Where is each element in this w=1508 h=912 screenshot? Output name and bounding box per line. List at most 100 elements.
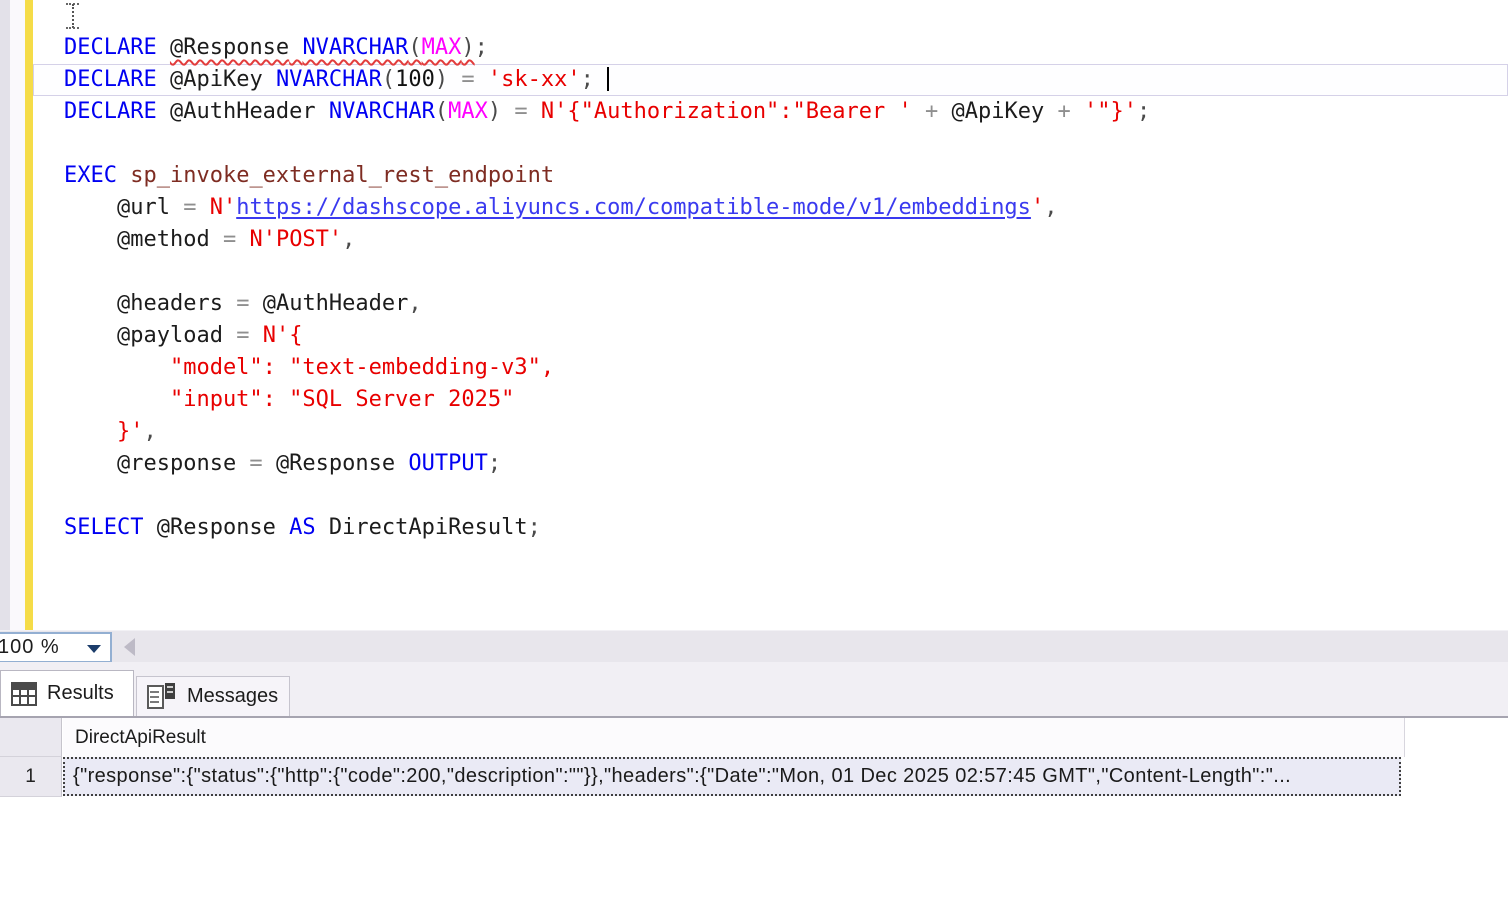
code-token: @AuthHeader xyxy=(263,291,409,316)
code-token: = xyxy=(170,195,210,220)
code-token: = xyxy=(501,99,541,124)
code-area[interactable]: DECLARE @Response NVARCHAR(MAX);DECLARE … xyxy=(33,0,1508,630)
results-tab-strip: Results Messages xyxy=(0,662,1508,716)
code-token: ' xyxy=(1031,195,1044,220)
code-token: AS xyxy=(289,515,329,540)
code-token: DirectApiResult xyxy=(329,515,528,540)
code-token: MAX xyxy=(448,99,488,124)
code-token: sp_invoke_external_rest_endpoint xyxy=(130,163,554,188)
code-line[interactable]: }', xyxy=(33,416,1508,448)
code-token: @ApiKey xyxy=(952,99,1045,124)
code-token: ; xyxy=(528,515,541,540)
code-token: + xyxy=(912,99,952,124)
code-line[interactable]: DECLARE @Response NVARCHAR(MAX); xyxy=(33,32,1508,64)
grid-column-header[interactable]: DirectApiResult xyxy=(63,718,1405,757)
code-token: @url xyxy=(64,195,170,220)
sql-editor[interactable]: DECLARE @Response NVARCHAR(MAX);DECLARE … xyxy=(0,0,1508,630)
grid-row-header[interactable]: 1 xyxy=(0,757,62,797)
code-token: , xyxy=(143,419,156,444)
code-token: 100 xyxy=(395,67,435,92)
code-token: = xyxy=(210,227,250,252)
code-token: @ApiKey xyxy=(170,67,276,92)
tab-results-label: Results xyxy=(47,682,114,705)
code-token: , xyxy=(408,291,421,316)
ssms-window: DECLARE @Response NVARCHAR(MAX);DECLARE … xyxy=(0,0,1508,912)
code-line[interactable]: @headers = @AuthHeader, xyxy=(33,288,1508,320)
code-token: '"}' xyxy=(1084,99,1137,124)
code-token: @method xyxy=(64,227,210,252)
results-grid-icon xyxy=(11,682,37,706)
code-line[interactable]: "input": "SQL Server 2025" xyxy=(33,384,1508,416)
code-token: ; xyxy=(475,35,488,60)
code-token: N'POST' xyxy=(249,227,342,252)
code-token: NVARCHAR xyxy=(276,67,382,92)
code-token: N'{"Authorization":"Bearer ' xyxy=(541,99,912,124)
tab-messages[interactable]: Messages xyxy=(136,676,290,716)
code-token: SELECT xyxy=(64,515,157,540)
code-line[interactable]: DECLARE @AuthHeader NVARCHAR(MAX) = N'{"… xyxy=(33,96,1508,128)
scroll-left-arrow-icon[interactable] xyxy=(124,638,135,656)
code-token: @response xyxy=(64,451,236,476)
code-token: ( xyxy=(408,35,421,60)
code-token: , xyxy=(342,227,355,252)
code-token: + xyxy=(1044,99,1084,124)
code-token: = xyxy=(223,323,263,348)
code-line[interactable]: SELECT @Response AS DirectApiResult; xyxy=(33,512,1508,544)
code-token: EXEC xyxy=(64,163,130,188)
code-token: @Response xyxy=(276,451,408,476)
chevron-down-icon[interactable] xyxy=(87,645,101,653)
code-line[interactable]: @response = @Response OUTPUT; xyxy=(33,448,1508,480)
code-line[interactable] xyxy=(33,0,1508,32)
code-token: "input": "SQL Server 2025" xyxy=(64,387,514,412)
grid-cell-selected[interactable]: {"response":{"status":{"http":{"code":20… xyxy=(63,757,1401,796)
code-line[interactable]: @payload = N'{ xyxy=(33,320,1508,352)
code-token: ) xyxy=(488,99,501,124)
code-line[interactable] xyxy=(33,128,1508,160)
code-line[interactable]: DECLARE @ApiKey NVARCHAR(100) = 'sk-xx'; xyxy=(33,64,1508,96)
code-line[interactable]: EXEC sp_invoke_external_rest_endpoint xyxy=(33,160,1508,192)
code-token: OUTPUT xyxy=(408,451,487,476)
code-token: @headers xyxy=(64,291,223,316)
code-token: @AuthHeader xyxy=(170,99,329,124)
ibeam-cursor-icon xyxy=(66,3,80,29)
code-token: @Response xyxy=(157,515,289,540)
code-token: DECLARE xyxy=(64,67,170,92)
editor-status-strip: 100 % xyxy=(0,630,1508,663)
code-token: DECLARE xyxy=(64,35,170,60)
code-token: NVARCHAR xyxy=(329,99,435,124)
code-line[interactable] xyxy=(33,256,1508,288)
code-token xyxy=(289,35,302,60)
code-token: ) xyxy=(435,67,448,92)
dock-edge xyxy=(0,0,10,630)
code-token: NVARCHAR xyxy=(302,35,408,60)
code-token: = xyxy=(236,451,276,476)
code-token: ; xyxy=(488,451,501,476)
code-line[interactable]: "model": "text-embedding-v3", xyxy=(33,352,1508,384)
code-line[interactable]: @method = N'POST', xyxy=(33,224,1508,256)
indicator-margin[interactable] xyxy=(10,0,25,630)
tab-results[interactable]: Results xyxy=(0,670,134,716)
text-caret xyxy=(607,67,609,91)
code-token: MAX xyxy=(422,35,462,60)
tab-messages-label: Messages xyxy=(187,685,278,708)
code-token: , xyxy=(1044,195,1057,220)
code-token: = xyxy=(223,291,263,316)
code-token: "model": "text-embedding-v3", xyxy=(64,355,554,380)
code-token: }' xyxy=(64,419,143,444)
code-token: ) xyxy=(461,35,474,60)
code-token: 'sk-xx' xyxy=(488,67,581,92)
code-token: N'{ xyxy=(263,323,303,348)
results-grid: DirectApiResult 1 {"response":{"status":… xyxy=(0,718,1508,912)
zoom-dropdown[interactable]: 100 % xyxy=(0,632,112,663)
code-token: ; xyxy=(581,67,608,92)
change-tracking-bar xyxy=(25,0,33,630)
code-token: https://dashscope.aliyuncs.com/compatibl… xyxy=(236,195,1031,220)
code-token: ; xyxy=(1137,99,1150,124)
code-token: ( xyxy=(382,67,395,92)
code-line[interactable]: @url = N'https://dashscope.aliyuncs.com/… xyxy=(33,192,1508,224)
code-line[interactable] xyxy=(33,480,1508,512)
code-token: DECLARE xyxy=(64,99,170,124)
code-token: N' xyxy=(210,195,237,220)
code-token: @Response xyxy=(170,35,289,60)
grid-corner-cell[interactable] xyxy=(0,718,62,757)
